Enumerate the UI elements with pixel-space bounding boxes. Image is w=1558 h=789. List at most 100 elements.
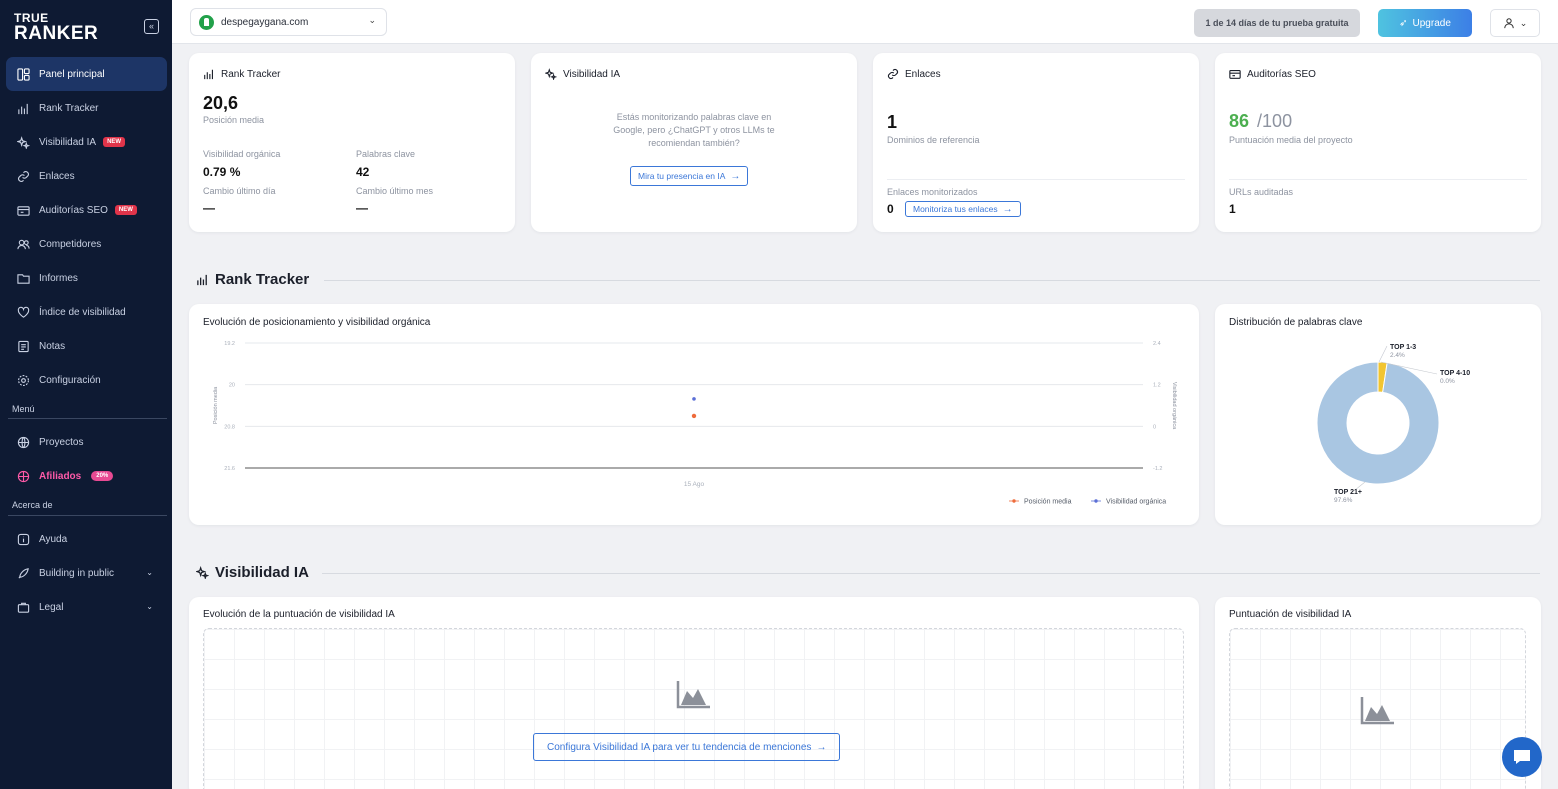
chat-support-button[interactable] xyxy=(1502,737,1542,777)
sidebar-item-competidores[interactable]: Competidores xyxy=(6,227,167,261)
sidebar-item-notas[interactable]: Notas xyxy=(6,329,167,363)
sidebar-item-label: Building in public xyxy=(39,567,115,579)
sidebar-item-legal[interactable]: Legal ⌄ xyxy=(6,590,167,624)
configure-ia-button[interactable]: Configura Visibilidad IA para ver tu ten… xyxy=(533,733,841,761)
arrow-right-icon: → xyxy=(816,741,827,753)
slice-label: TOP 1-3 xyxy=(1390,344,1416,351)
sidebar-item-label: Notas xyxy=(39,340,66,352)
info-icon xyxy=(16,532,30,546)
report-icon xyxy=(16,271,30,285)
y-left-axis-label: Posición media xyxy=(213,386,219,424)
rocket-icon xyxy=(16,566,30,580)
dashboard-icon xyxy=(16,67,30,81)
true-ranker-logo[interactable]: TRUE RANKER xyxy=(14,12,124,44)
avg-position-value: 20,6 xyxy=(203,93,239,113)
sidebar-item-label: Enlaces xyxy=(39,170,75,182)
day-change-value: — xyxy=(203,201,215,215)
referring-domains-label: Dominios de referencia xyxy=(887,135,980,145)
section-title-text: Visibilidad IA xyxy=(215,564,309,581)
y-left-tick-label: 20.8 xyxy=(224,424,235,430)
y-left-tick-label: 19.2 xyxy=(224,341,235,347)
card-title-text: Visibilidad IA xyxy=(563,68,621,80)
chart-title: Evolución de la puntuación de visibilida… xyxy=(203,609,395,620)
area-chart-icon xyxy=(1360,697,1394,725)
sidebar-item-enlaces[interactable]: Enlaces xyxy=(6,159,167,193)
card-title: Visibilidad IA xyxy=(545,68,620,80)
ia-promo-text: Estás monitorizando palabras clave en Go… xyxy=(531,111,857,150)
card-title: Enlaces xyxy=(887,68,941,80)
logo-text-bottom: RANKER xyxy=(14,23,99,44)
arrow-right-icon: → xyxy=(1002,203,1013,215)
ia-presence-button[interactable]: Mira tu presencia en IA → xyxy=(630,166,749,186)
button-label: Configura Visibilidad IA para ver tu ten… xyxy=(547,741,812,753)
sidebar-item-indice-visibilidad[interactable]: Índice de visibilidad xyxy=(6,295,167,329)
discount-badge: 20% xyxy=(91,471,114,481)
project-name: despegaygana.com xyxy=(221,16,309,28)
y-right-axis-label: Visibilidad orgánica xyxy=(1171,382,1177,430)
rank-tracker-section-title: Rank Tracker xyxy=(196,271,309,288)
heart-icon xyxy=(16,305,30,319)
sidebar-item-visibilidad-ia[interactable]: Visibilidad IA NEW xyxy=(6,125,167,159)
y-right-tick-label: 0 xyxy=(1153,424,1156,430)
card-title-text: Enlaces xyxy=(905,68,941,80)
visibility-label: Visibilidad orgánica xyxy=(203,149,281,159)
referring-domains-value: 1 xyxy=(887,112,898,132)
sidebar-item-label: Legal xyxy=(39,601,64,613)
sidebar-item-building-in-public[interactable]: Building in public ⌄ xyxy=(6,556,167,590)
affiliate-icon xyxy=(16,469,30,483)
card-title: Auditorías SEO xyxy=(1229,68,1316,80)
visibilidad-ia-section-title: Visibilidad IA xyxy=(196,564,309,581)
new-badge: NEW xyxy=(114,205,137,215)
new-badge: NEW xyxy=(103,137,126,147)
keywords-label: Palabras clave xyxy=(356,149,416,159)
upgrade-button[interactable]: ➶ Upgrade xyxy=(1378,9,1472,37)
sidebar-item-proyectos[interactable]: Proyectos xyxy=(6,425,167,459)
ia-promo-line: Google, pero ¿ChatGPT y otros LLMs te xyxy=(613,125,775,135)
monitor-links-button[interactable]: Monitoriza tus enlaces → xyxy=(905,201,1021,217)
data-point-posicion-media xyxy=(691,413,697,419)
sidebar-item-informes[interactable]: Informes xyxy=(6,261,167,295)
menu-section-label: Menú xyxy=(12,404,35,414)
button-label: Mira tu presencia en IA xyxy=(638,171,726,181)
avg-position-label: Posición media xyxy=(203,115,265,125)
sidebar-item-configuracion[interactable]: Configuración xyxy=(6,363,167,397)
sparkle-icon xyxy=(16,135,30,149)
ia-promo-line: Estás monitorizando palabras clave en xyxy=(616,112,772,122)
sidebar-item-label: Competidores xyxy=(39,238,102,250)
distribution-chart-card: Distribución de palabras clave TOP 1-3 2.… xyxy=(1215,304,1541,525)
ia-score-card: Puntuación de visibilidad IA xyxy=(1215,597,1541,789)
sidebar-item-auditorias-seo[interactable]: Auditorías SEO NEW xyxy=(6,193,167,227)
legend-label: Posición media xyxy=(1024,499,1072,506)
sidebar-item-panel-principal[interactable]: Panel principal xyxy=(6,57,167,91)
sidebar-item-label: Auditorías SEO xyxy=(39,204,108,216)
audit-score-value: 86 xyxy=(1229,111,1250,131)
audited-urls-label: URLs auditadas xyxy=(1229,187,1294,197)
card-title-text: Rank Tracker xyxy=(221,68,281,80)
ia-score-placeholder xyxy=(1229,628,1526,789)
sidebar-item-label: Visibilidad IA xyxy=(39,136,97,148)
menu-divider xyxy=(8,418,167,419)
button-label: Monitoriza tus enlaces xyxy=(913,204,998,214)
sidebar-item-label: Informes xyxy=(39,272,78,284)
sidebar-item-afiliados[interactable]: Afiliados 20% xyxy=(6,459,167,493)
month-change-value: — xyxy=(356,201,368,215)
project-selector[interactable]: despegaygana.com ⌄ xyxy=(190,8,387,36)
sidebar-item-label: Configuración xyxy=(39,374,101,386)
bar-chart-icon xyxy=(203,68,215,80)
sidebar-item-rank-tracker[interactable]: Rank Tracker xyxy=(6,91,167,125)
rocket-icon: ➶ xyxy=(1399,17,1408,29)
collapse-sidebar-icon[interactable]: « xyxy=(144,19,159,34)
chat-icon xyxy=(1514,750,1530,764)
rank-tracker-card: Rank Tracker 20,6 Posición media Visibil… xyxy=(189,53,515,232)
top-bar: despegaygana.com ⌄ 1 de 14 días de tu pr… xyxy=(172,0,1558,44)
visibility-value: 0.79 % xyxy=(203,165,241,179)
sparkle-icon xyxy=(196,566,209,579)
area-chart-icon xyxy=(676,681,710,709)
user-menu-button[interactable]: ⌄ xyxy=(1490,9,1540,37)
section-divider xyxy=(322,573,1540,574)
sidebar-item-ayuda[interactable]: Ayuda xyxy=(6,522,167,556)
chevron-down-icon: ⌄ xyxy=(146,568,153,577)
chart-title: Puntuación de visibilidad IA xyxy=(1229,609,1352,620)
x-tick-label: 15 Ago xyxy=(684,481,705,488)
chevron-down-icon: ⌄ xyxy=(146,602,153,611)
